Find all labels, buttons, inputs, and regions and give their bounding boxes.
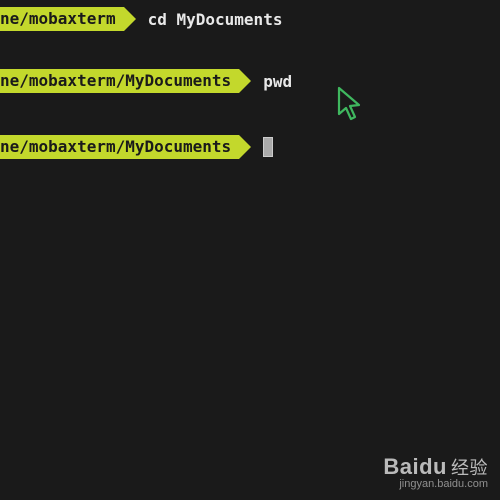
watermark-brand-cn: 经验 [451, 458, 488, 478]
watermark: Baidu经验 jingyan.baidu.com [383, 454, 488, 490]
command-text: pwd [263, 72, 292, 91]
command-text: cd MyDocuments [148, 10, 283, 29]
prompt-path: ne/mobaxterm/MyDocuments [0, 69, 239, 93]
prompt-path: ne/mobaxterm [0, 7, 124, 31]
watermark-brand-text: Baidu [383, 454, 447, 479]
watermark-brand: Baidu经验 [383, 454, 488, 480]
terminal-area[interactable]: ne/mobaxterm cd MyDocuments ne/mobaxterm… [0, 0, 500, 160]
text-cursor-icon [263, 137, 273, 157]
terminal-line: ne/mobaxterm cd MyDocuments [0, 6, 500, 32]
watermark-url: jingyan.baidu.com [383, 478, 488, 490]
prompt-path: ne/mobaxterm/MyDocuments [0, 135, 239, 159]
terminal-line: ne/mobaxterm/MyDocuments [0, 134, 500, 160]
terminal-line: ne/mobaxterm/MyDocuments pwd [0, 68, 500, 94]
input-cursor-area[interactable] [263, 137, 273, 157]
